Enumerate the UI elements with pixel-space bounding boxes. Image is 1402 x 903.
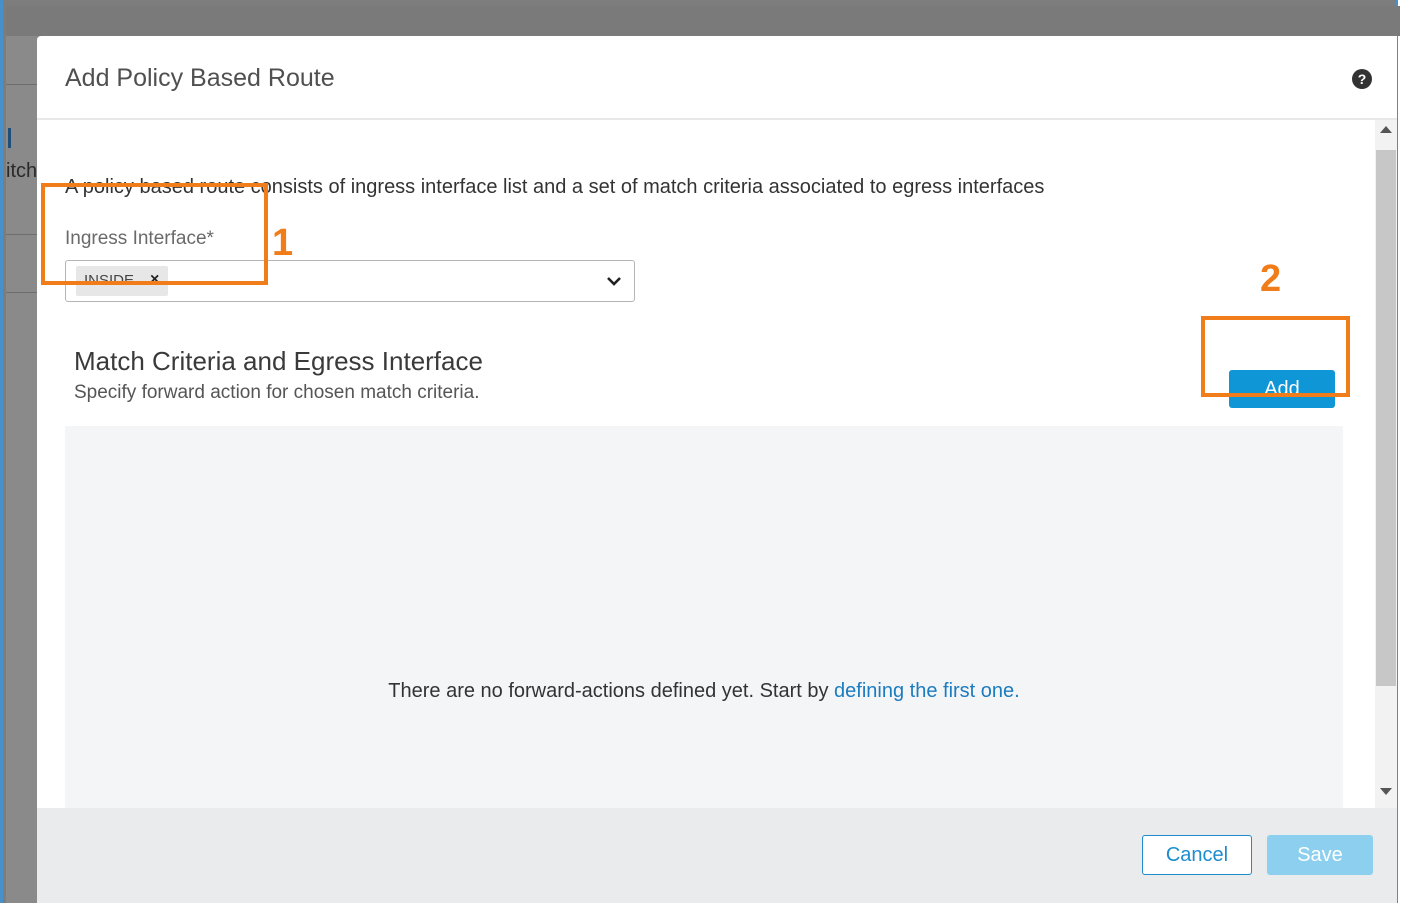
backdrop bbox=[6, 6, 1400, 36]
cancel-button[interactable]: Cancel bbox=[1142, 835, 1252, 875]
background-marker bbox=[8, 128, 11, 148]
section-title: Match Criteria and Egress Interface bbox=[74, 346, 483, 376]
annotation-number-2: 2 bbox=[1260, 258, 1282, 300]
background-divider bbox=[6, 84, 40, 85]
dialog-footer: Cancel Save bbox=[37, 808, 1397, 903]
dialog-title: Add Policy Based Route bbox=[65, 64, 335, 92]
section-subtitle: Specify forward action for chosen match … bbox=[74, 382, 480, 403]
empty-state-message: There are no forward-actions defined yet… bbox=[65, 680, 1343, 703]
scroll-thumb[interactable] bbox=[1376, 150, 1396, 686]
empty-state-text: There are no forward-actions defined yet… bbox=[388, 680, 835, 702]
empty-state-period: . bbox=[1014, 680, 1020, 702]
annotation-box-2 bbox=[1201, 316, 1350, 397]
scroll-up-arrow-icon[interactable] bbox=[1380, 126, 1392, 133]
background-partial-text: itch bbox=[6, 160, 38, 182]
chevron-down-icon[interactable] bbox=[604, 271, 624, 291]
annotation-number-1: 1 bbox=[272, 222, 294, 264]
scroll-down-arrow-icon[interactable] bbox=[1380, 788, 1392, 795]
define-first-link[interactable]: defining the first one bbox=[834, 680, 1014, 702]
background-divider bbox=[6, 234, 40, 235]
annotation-box-1 bbox=[41, 183, 268, 285]
dialog-scrollbar[interactable] bbox=[1375, 120, 1397, 808]
help-icon[interactable]: ? bbox=[1352, 69, 1372, 89]
forward-actions-empty-state: There are no forward-actions defined yet… bbox=[65, 426, 1343, 808]
dialog-header: Add Policy Based Route ? bbox=[37, 36, 1397, 120]
background-divider bbox=[6, 292, 40, 293]
save-button[interactable]: Save bbox=[1267, 835, 1373, 875]
add-policy-route-dialog: Add Policy Based Route ? A policy based … bbox=[37, 36, 1397, 903]
